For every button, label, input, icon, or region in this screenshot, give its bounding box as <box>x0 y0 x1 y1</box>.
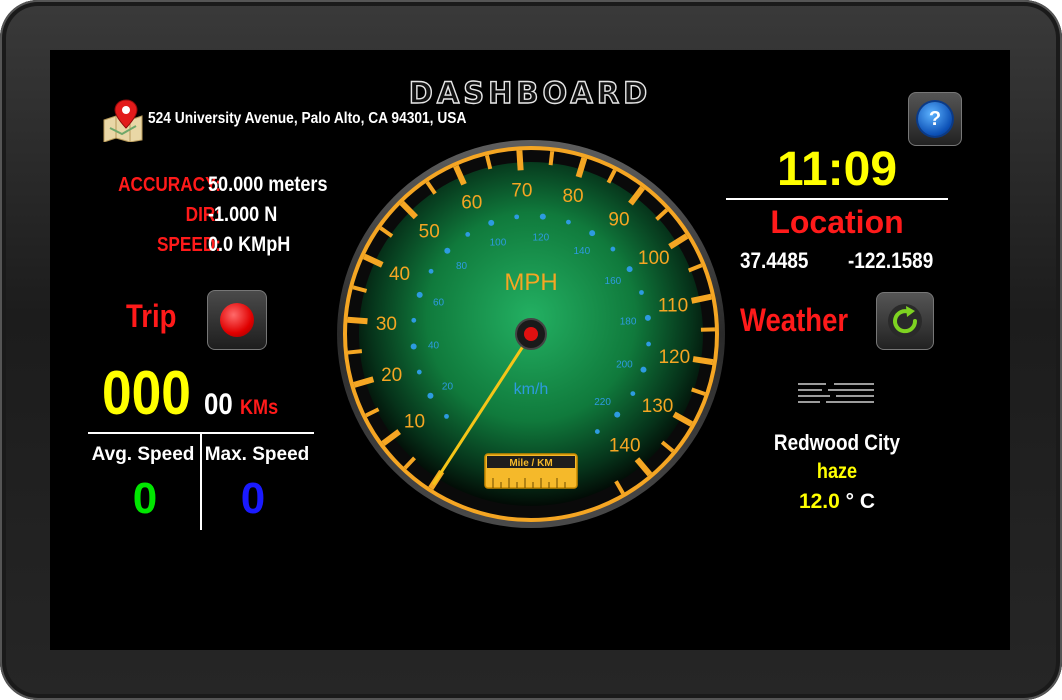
odometer-decimal: 00 <box>204 388 233 421</box>
gauge-tick <box>548 150 555 166</box>
location-title: Location <box>770 204 904 240</box>
odometer-unit: KMs <box>240 396 279 419</box>
mph-tick-label: 90 <box>608 210 629 231</box>
gauge-hub-center <box>524 327 538 341</box>
kmh-tick-dot <box>444 413 449 419</box>
kmh-tick-dot <box>640 366 647 373</box>
kmh-tick-label: 200 <box>616 360 633 371</box>
gauge-tick <box>692 356 714 366</box>
kmh-tick-label: 140 <box>573 246 590 257</box>
weather-refresh-button[interactable] <box>876 292 934 350</box>
kmh-tick-dot <box>614 411 621 418</box>
clock-divider <box>726 198 948 200</box>
max-speed-label: Max. Speed <box>204 444 310 465</box>
kmh-tick-dot <box>427 392 434 399</box>
mph-tick-label: 100 <box>638 248 670 269</box>
mph-tick-label: 20 <box>381 365 402 386</box>
accuracy-label: ACCURACY: <box>118 174 221 196</box>
odometer-main: 000 <box>102 359 191 428</box>
refresh-icon <box>888 304 922 338</box>
weather-label: Weather <box>740 302 849 338</box>
kmh-tick-dot <box>428 268 434 274</box>
kmh-tick-label: 220 <box>594 397 611 408</box>
mph-tick-label: 60 <box>461 193 482 214</box>
gauge-tick <box>347 316 368 325</box>
page-title: DASHBOARD <box>408 75 652 110</box>
mph-tick-label: 50 <box>419 222 440 243</box>
weather-temperature: 12.0 ° C <box>736 490 938 514</box>
kmh-tick-label: 20 <box>442 381 454 392</box>
record-icon <box>220 303 254 337</box>
mph-tick-label: 130 <box>642 396 674 417</box>
kmh-tick-dot <box>416 369 422 375</box>
kmh-tick-dot <box>416 291 423 298</box>
dir-label: DIR: <box>185 204 221 226</box>
clock-time: 11:09 <box>776 143 898 196</box>
help-icon: ? <box>918 102 952 136</box>
avg-speed-value: 0 <box>132 474 158 523</box>
kmh-tick-dot <box>411 317 417 323</box>
kmh-tick-label: 180 <box>620 317 637 328</box>
kmh-tick-label: 120 <box>532 232 549 243</box>
kmh-tick-dot <box>626 266 633 273</box>
kmh-tick-label: 40 <box>428 340 440 351</box>
mph-tick-label: 30 <box>376 314 397 335</box>
kmh-tick-dot <box>514 214 520 220</box>
speed-value: 0.0 KMpH <box>208 233 291 256</box>
kmh-tick-dot <box>465 232 471 237</box>
gauge-tick <box>347 349 363 355</box>
mph-tick-label: 40 <box>389 264 410 285</box>
help-button[interactable]: ? <box>908 92 962 146</box>
mile-km-toggle[interactable]: Mile / KM <box>484 453 578 489</box>
weather-city: Redwood City <box>773 430 901 455</box>
accuracy-value: 50.000 meters <box>208 173 328 196</box>
gauge-tick <box>690 293 712 304</box>
mph-tick-label: 10 <box>404 411 425 432</box>
kmh-tick-label: 160 <box>605 276 622 287</box>
kmh-tick-dot <box>589 230 596 237</box>
gauge-tick <box>516 150 524 171</box>
kmh-tick-dot <box>444 247 451 254</box>
haze-icon <box>798 383 874 403</box>
speed-label: SPEED: <box>156 234 221 256</box>
trip-record-button[interactable] <box>207 290 267 350</box>
speedometer-gauge: 10203040506070 8090100110120130140 204060… <box>337 140 725 528</box>
temperature-unit: ° C <box>845 490 876 513</box>
kmh-tick-label: 80 <box>456 261 468 272</box>
map-pin-icon <box>103 99 143 142</box>
kmh-tick-dot <box>410 343 417 350</box>
mph-tick-label: 70 <box>511 180 532 201</box>
dir-value: -1.000 N <box>208 203 278 226</box>
avg-speed-label: Avg. Speed <box>91 444 195 465</box>
kmh-tick-dot <box>488 219 495 226</box>
kmh-unit-label: km/h <box>514 381 549 398</box>
kmh-tick-dot <box>610 246 616 252</box>
trip-label: Trip <box>126 298 177 334</box>
kmh-tick-dot <box>630 391 636 396</box>
kmh-tick-dot <box>566 219 571 225</box>
address-text: 524 University Avenue, Palo Alto, CA 943… <box>148 110 467 127</box>
weather-condition: haze <box>816 460 858 483</box>
kmh-tick-label: 100 <box>490 238 507 249</box>
mile-km-label: Mile / KM <box>509 458 552 469</box>
mph-tick-label: 80 <box>562 186 583 207</box>
kmh-tick-dot <box>539 213 546 220</box>
mph-unit-label: MPH <box>504 269 557 296</box>
latitude-value: 37.4485 <box>740 248 809 273</box>
max-speed-value: 0 <box>240 474 266 523</box>
mph-tick-label: 140 <box>609 436 641 457</box>
kmh-tick-dot <box>594 429 600 434</box>
kmh-tick-label: 60 <box>433 297 445 308</box>
dashboard-screen: DASHBOARD 524 University Avenue, Palo Al… <box>50 50 1010 650</box>
kmh-tick-dot <box>646 341 651 347</box>
longitude-value: -122.1589 <box>848 248 934 273</box>
kmh-tick-dot <box>644 314 651 321</box>
mph-tick-label: 110 <box>658 296 688 317</box>
mph-tick-label: 120 <box>658 347 690 368</box>
temperature-value: 12.0 <box>798 490 840 513</box>
kmh-tick-dot <box>639 290 644 295</box>
